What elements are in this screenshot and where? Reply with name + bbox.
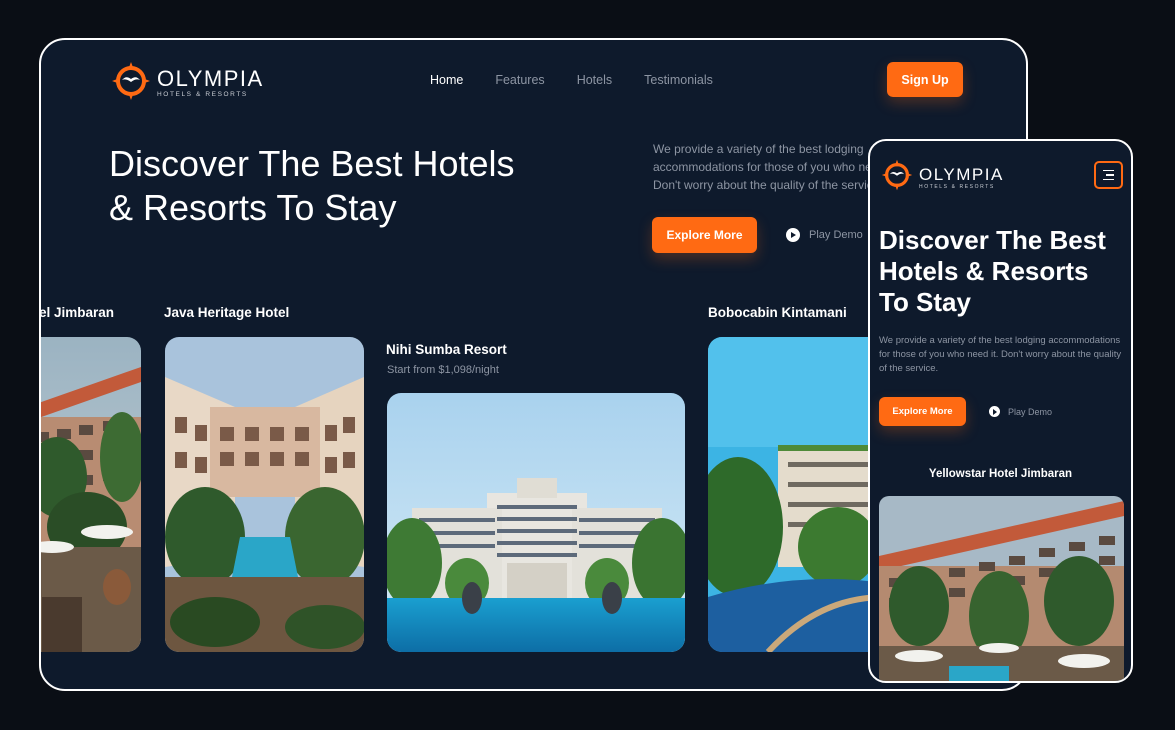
brand-logo[interactable]: OLYMPIA HOTELS & RESORTS: [881, 159, 1004, 196]
hamburger-menu-button[interactable]: [1094, 161, 1123, 189]
hotel-card-title: Java Heritage Hotel: [164, 305, 290, 320]
explore-more-button[interactable]: Explore More: [879, 397, 966, 426]
brand-logo[interactable]: OLYMPIA HOTELS & RESORTS: [111, 61, 264, 106]
signup-button[interactable]: Sign Up: [887, 62, 963, 97]
nav-home[interactable]: Home: [430, 73, 463, 87]
play-icon: [989, 406, 1000, 417]
nav-testimonials[interactable]: Testimonials: [644, 73, 713, 87]
hero-title-line-1: Discover The Best Hotels: [109, 143, 515, 184]
hamburger-icon: [1103, 169, 1114, 172]
hotel-card-title: Nihi Sumba Resort: [386, 342, 507, 357]
hotel-card-title: el Jimbaran: [39, 305, 115, 320]
hero-description: We provide a variety of the best lodging…: [879, 335, 1122, 374]
hotel-card-price: Start from $1,098/night: [387, 364, 499, 376]
hero-title: Discover The Best Hotels & Resorts To St…: [879, 225, 1129, 318]
compass-logo-icon: [111, 61, 151, 106]
hotel-photo-java-heritage[interactable]: [165, 337, 364, 652]
explore-more-button[interactable]: Explore More: [652, 217, 757, 253]
play-demo-label: Play Demo: [809, 229, 863, 241]
play-demo-button[interactable]: Play Demo: [786, 228, 863, 242]
brand-name: OLYMPIA: [157, 66, 264, 92]
brand-tagline: HOTELS & RESORTS: [157, 91, 248, 99]
hero-title-line-2: Hotels & Resorts: [879, 256, 1089, 286]
main-nav: Home Features Hotels Testimonials: [430, 73, 745, 87]
hero-title-line-1: Discover The Best: [879, 225, 1106, 255]
brand-tagline: HOTELS & RESORTS: [919, 183, 995, 190]
mobile-preview: OLYMPIA HOTELS & RESORTS Discover The Be…: [868, 139, 1133, 683]
nav-hotels[interactable]: Hotels: [577, 73, 612, 87]
compass-logo-icon: [881, 159, 913, 196]
brand-name: OLYMPIA: [919, 164, 1004, 184]
play-icon: [786, 228, 800, 242]
hotel-card-title: Yellowstar Hotel Jimbaran: [928, 468, 1073, 480]
hotel-photo-jimbaran[interactable]: [41, 337, 141, 652]
play-demo-label: Play Demo: [1008, 406, 1053, 417]
nav-features[interactable]: Features: [495, 73, 544, 87]
play-demo-button[interactable]: Play Demo: [989, 406, 1052, 417]
hero-title-line-3: To Stay: [879, 287, 971, 317]
hero-title-line-2: & Resorts To Stay: [109, 187, 397, 228]
hotel-photo-yellowstar[interactable]: [879, 496, 1124, 681]
hotel-photo-nihi-sumba[interactable]: [387, 393, 685, 652]
hotel-card-title: Bobocabin Kintamani: [708, 305, 847, 320]
hero-title: Discover The Best Hotels & Resorts To St…: [109, 142, 629, 230]
